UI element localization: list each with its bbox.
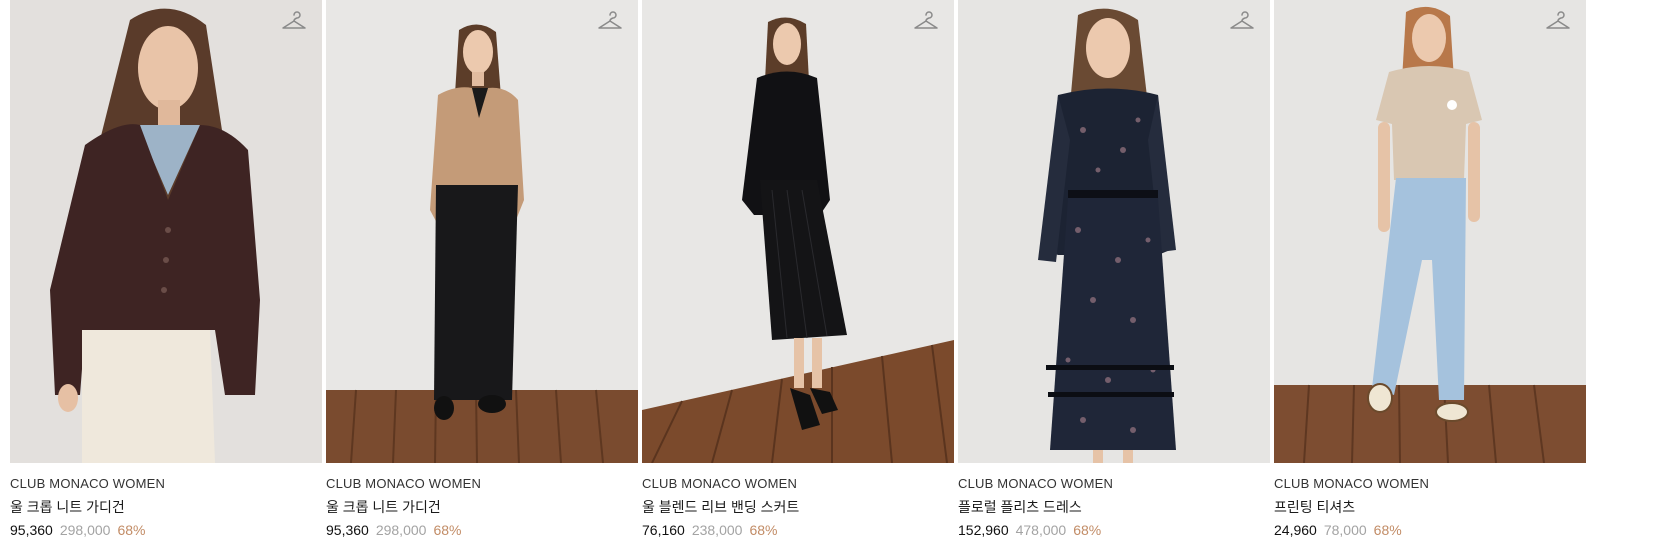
hanger-icon[interactable]: [281, 9, 307, 33]
product-price-row: 152,960 478,000 68%: [958, 521, 1270, 539]
sale-price: 76,160: [642, 522, 685, 538]
hanger-icon[interactable]: [597, 9, 623, 33]
original-price: 238,000: [691, 522, 743, 538]
product-brand[interactable]: CLUB MONACO WOMEN: [1274, 475, 1586, 492]
product-price-row: 95,360 298,000 68%: [326, 521, 638, 539]
product-card[interactable]: CLUB MONACO WOMEN 플로럴 플리츠 드레스 152,960 478…: [958, 0, 1270, 539]
discount-rate: 68%: [433, 522, 462, 538]
original-price: 298,000: [375, 522, 427, 538]
product-brand[interactable]: CLUB MONACO WOMEN: [958, 475, 1270, 492]
original-price: 298,000: [59, 522, 111, 538]
sale-price: 152,960: [958, 522, 1009, 538]
discount-rate: 68%: [749, 522, 778, 538]
sale-price: 95,360: [326, 522, 369, 538]
hanger-icon[interactable]: [1545, 9, 1571, 33]
product-card[interactable]: CLUB MONACO WOMEN 프린팅 티셔츠 24,960 78,000 68…: [1274, 0, 1586, 539]
product-image[interactable]: [326, 0, 638, 463]
original-price: 478,000: [1015, 522, 1067, 538]
original-price: 78,000: [1323, 522, 1367, 538]
sale-price: 24,960: [1274, 522, 1317, 538]
product-price-row: 24,960 78,000 68%: [1274, 521, 1586, 539]
product-name[interactable]: 울 크롭 니트 가디건: [326, 498, 638, 516]
sale-price: 95,360: [10, 522, 53, 538]
discount-rate: 68%: [1373, 522, 1402, 538]
hanger-icon[interactable]: [913, 9, 939, 33]
product-image[interactable]: [1274, 0, 1586, 463]
discount-rate: 68%: [117, 522, 146, 538]
product-brand[interactable]: CLUB MONACO WOMEN: [10, 475, 322, 492]
product-card[interactable]: CLUB MONACO WOMEN 울 블렌드 리브 밴딩 스커트 76,160…: [642, 0, 954, 539]
product-brand[interactable]: CLUB MONACO WOMEN: [642, 475, 954, 492]
product-name[interactable]: 울 크롭 니트 가디건: [10, 498, 322, 516]
product-card[interactable]: CLUB MONACO WOMEN 울 크롭 니트 가디건 95,360 298,…: [326, 0, 638, 539]
product-name[interactable]: 플로럴 플리츠 드레스: [958, 498, 1270, 516]
product-price-row: 76,160 238,000 68%: [642, 521, 954, 539]
product-image[interactable]: [10, 0, 322, 463]
product-name[interactable]: 프린팅 티셔츠: [1274, 498, 1586, 516]
hanger-icon[interactable]: [1229, 9, 1255, 33]
product-grid: CLUB MONACO WOMEN 울 크롭 니트 가디건 95,360 298,…: [0, 0, 1664, 543]
product-brand[interactable]: CLUB MONACO WOMEN: [326, 475, 638, 492]
product-image[interactable]: [642, 0, 954, 463]
discount-rate: 68%: [1073, 522, 1102, 538]
product-card[interactable]: CLUB MONACO WOMEN 울 크롭 니트 가디건 95,360 298,…: [10, 0, 322, 539]
product-image[interactable]: [958, 0, 1270, 463]
product-name[interactable]: 울 블렌드 리브 밴딩 스커트: [642, 498, 954, 516]
product-price-row: 95,360 298,000 68%: [10, 521, 322, 539]
